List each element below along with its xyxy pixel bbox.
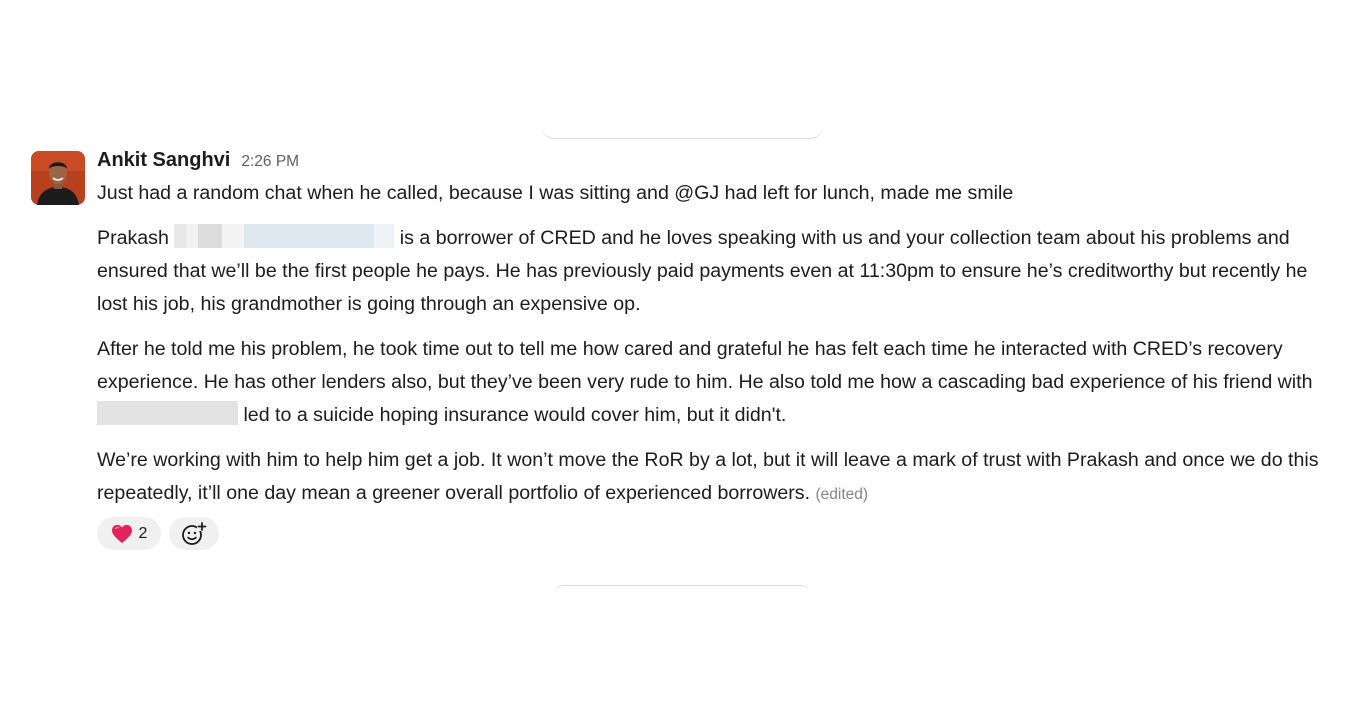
add-reaction-icon: [182, 521, 207, 545]
date-divider-top: [540, 124, 824, 139]
message: Ankit Sanghvi 2:26 PM Just had a random …: [97, 149, 1337, 550]
paragraph-4-text: We’re working with him to help him get a…: [97, 449, 1319, 504]
paragraph-3-start: After he told me his problem, he took ti…: [97, 338, 1313, 393]
slack-message-view: Ankit Sanghvi 2:26 PM Just had a random …: [0, 0, 1353, 720]
redacted-name: [174, 224, 395, 248]
heart-emoji-icon: [111, 524, 132, 543]
paragraph-3-end: led to a suicide hoping insurance would …: [243, 404, 787, 426]
message-timestamp[interactable]: 2:26 PM: [241, 153, 299, 171]
message-header: Ankit Sanghvi 2:26 PM: [97, 149, 1337, 177]
redacted-lender: [97, 401, 238, 425]
message-paragraph-2: Prakash is a borrower of CRED and he lov…: [97, 222, 1337, 321]
paragraph-2-start: Prakash: [97, 227, 169, 249]
date-divider-bottom: [556, 585, 808, 592]
message-line-1: Just had a random chat when he called, b…: [97, 182, 1014, 204]
add-reaction-button[interactable]: [169, 517, 219, 550]
avatar[interactable]: [31, 151, 85, 205]
message-paragraph-4: We’re working with him to help him get a…: [97, 444, 1337, 511]
heart-reaction-count: 2: [138, 524, 148, 542]
heart-reaction[interactable]: 2: [97, 517, 161, 550]
edited-label: (edited): [815, 486, 869, 503]
author-name[interactable]: Ankit Sanghvi: [97, 149, 230, 172]
avatar-image: [31, 151, 85, 205]
message-paragraph-3: After he told me his problem, he took ti…: [97, 333, 1337, 432]
reactions-bar: 2: [97, 517, 1337, 550]
